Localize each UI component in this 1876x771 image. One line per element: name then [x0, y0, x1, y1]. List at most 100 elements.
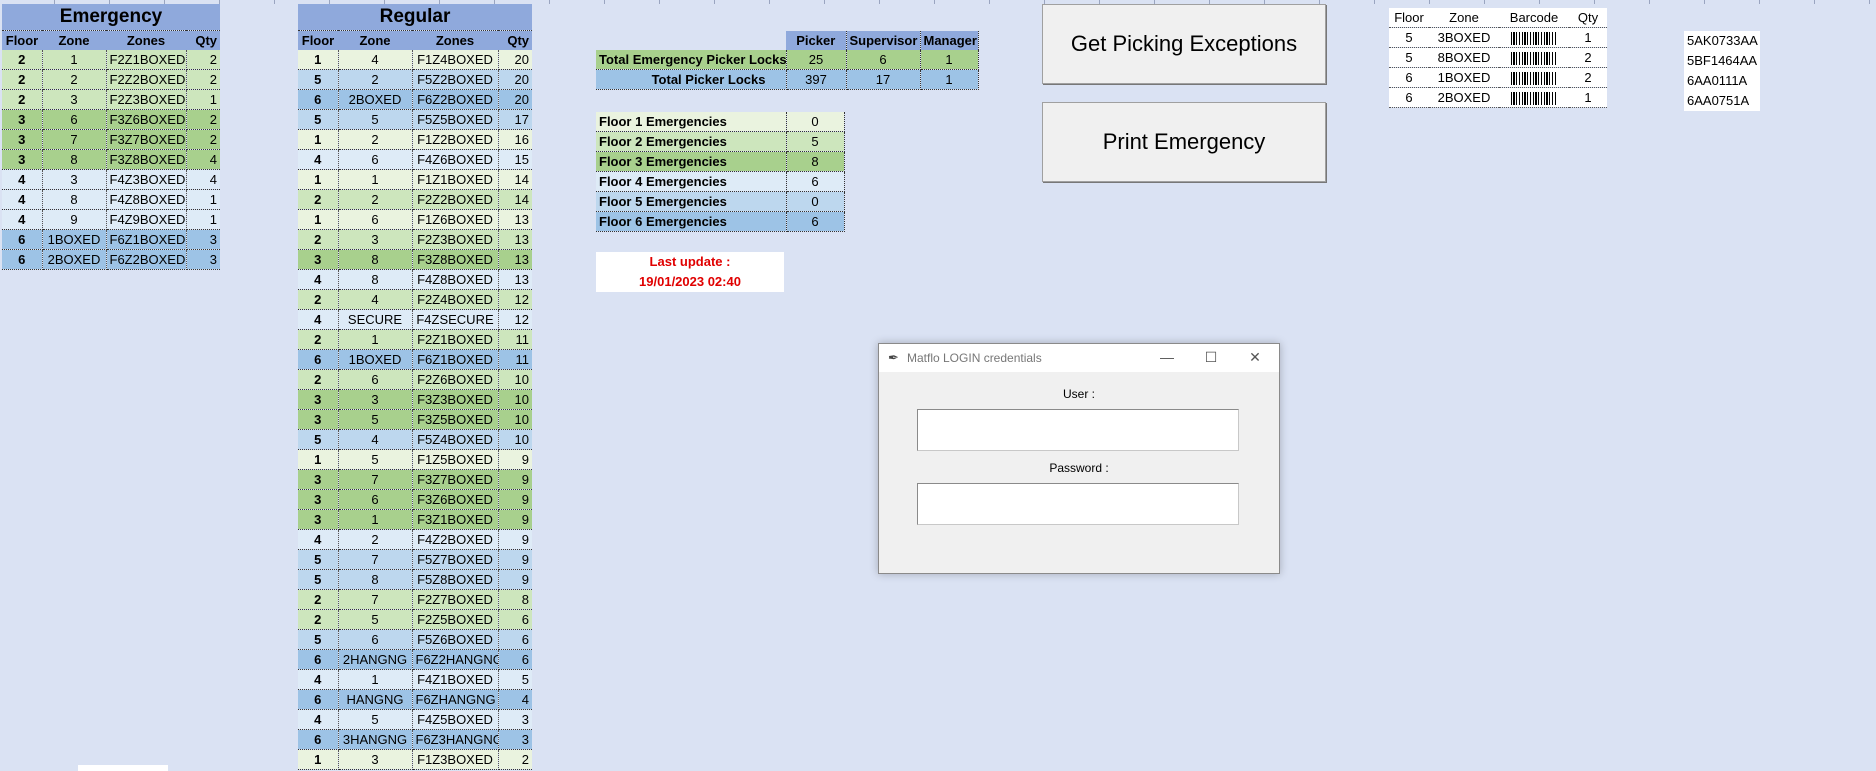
- table-row: 4 5 F4Z5BOXED 3: [298, 709, 532, 730]
- zone-cell: 4: [338, 50, 413, 70]
- qty-cell: 2: [186, 129, 221, 150]
- qty-cell: 10: [498, 409, 532, 430]
- table-row: 3 1 F3Z1BOXED 9: [298, 509, 532, 530]
- floor-emergency-label: Floor 3 Emergencies: [596, 151, 787, 172]
- floor-cell: 3: [2, 109, 43, 130]
- qty-cell: 20: [498, 89, 532, 110]
- zones-cell: F3Z5BOXED: [412, 409, 499, 430]
- zones-cell: F3Z8BOXED: [412, 249, 499, 270]
- zone-cell: 2: [338, 189, 413, 210]
- zone-cell: 5: [338, 109, 413, 130]
- floor-emergency-value: 0: [786, 191, 845, 212]
- locks-summary-table: Picker Supervisor Manager Total Emergenc…: [596, 31, 979, 90]
- qty-cell: 9: [498, 509, 532, 530]
- zone-cell: 6: [338, 629, 413, 650]
- floor-cell: 5: [1389, 27, 1429, 48]
- floor-cell: 4: [2, 169, 43, 190]
- floor-cell: 3: [298, 509, 339, 530]
- user-input[interactable]: [917, 409, 1239, 451]
- floor-cell: 3: [298, 249, 339, 270]
- qty-cell: 11: [498, 349, 532, 370]
- floor-emergency-label: Floor 5 Emergencies: [596, 191, 787, 212]
- zone-cell: 5: [338, 449, 413, 470]
- zones-cell: F6Z2BOXED: [412, 89, 499, 110]
- qty-cell: 13: [498, 249, 532, 270]
- floor-cell: 2: [2, 69, 43, 90]
- locks-corner: [596, 31, 786, 50]
- zones-cell: F1Z2BOXED: [412, 129, 499, 150]
- maximize-icon[interactable]: ☐: [1189, 344, 1233, 372]
- regular-table: Regular Floor Zone Zones Qty 1 4 F1Z4BOXED…: [298, 4, 532, 770]
- floor-cell: 5: [298, 109, 339, 130]
- sheet-tab[interactable]: [78, 765, 168, 771]
- floor-cell: 3: [298, 489, 339, 510]
- zones-cell: F5Z4BOXED: [412, 429, 499, 450]
- table-row: 2 4 F2Z4BOXED 12: [298, 289, 532, 310]
- floor-cell: 5: [298, 69, 339, 90]
- zone-cell: 8: [42, 189, 107, 210]
- barcode-icon: [1511, 32, 1557, 46]
- zone-cell: 8: [42, 149, 107, 170]
- col-zone: Zone: [42, 30, 106, 50]
- qty-cell: 12: [498, 309, 532, 330]
- zone-cell: 3BOXED: [1429, 27, 1499, 48]
- qty-cell: 3: [498, 729, 532, 750]
- zones-cell: F3Z7BOXED: [106, 129, 187, 150]
- qty-cell: 10: [498, 369, 532, 390]
- qty-cell: 9: [498, 549, 532, 570]
- floor-cell: 4: [2, 209, 43, 230]
- zones-cell: F6Z2BOXED: [106, 249, 187, 270]
- get-picking-exceptions-button[interactable]: Get Picking Exceptions: [1042, 4, 1326, 84]
- floor-cell: 1: [298, 209, 339, 230]
- table-row: 1 6 F1Z6BOXED 13: [298, 209, 532, 230]
- zones-cell: F5Z6BOXED: [412, 629, 499, 650]
- floor-cell: 1: [298, 129, 339, 150]
- barcode-cell: [1499, 27, 1569, 48]
- zone-cell: 6: [338, 489, 413, 510]
- login-dialog: ✒ Matflo LOGIN credentials — ☐ ✕ User : …: [878, 343, 1280, 574]
- zone-cell: 6: [42, 109, 107, 130]
- password-input[interactable]: [917, 483, 1239, 525]
- emergency-title: Emergency: [2, 4, 221, 31]
- zone-cell: 3: [42, 169, 107, 190]
- table-row: 1 5 F1Z5BOXED 9: [298, 449, 532, 470]
- floor-cell: 4: [2, 189, 43, 210]
- zones-cell: F5Z8BOXED: [412, 569, 499, 590]
- floor-emergency-value: 8: [786, 151, 845, 172]
- floor-cell: 2: [2, 89, 43, 110]
- zones-cell: F3Z7BOXED: [412, 469, 499, 490]
- table-row: 6 2HANGNG F6Z2HANGNG 6: [298, 649, 532, 670]
- zones-cell: F6Z3HANGNG: [412, 729, 499, 750]
- floor-cell: 6: [298, 689, 339, 710]
- table-row: 5 3BOXED 1: [1389, 27, 1607, 48]
- floor-cell: 6: [298, 649, 339, 670]
- floor-cell: 5: [298, 629, 339, 650]
- floor-cell: 2: [298, 609, 339, 630]
- table-row: 5 5 F5Z5BOXED 17: [298, 109, 532, 130]
- qty-cell: 13: [498, 229, 532, 250]
- table-row: 5 6 F5Z6BOXED 6: [298, 629, 532, 650]
- floor-emergency-label: Floor 1 Emergencies: [596, 112, 787, 132]
- floor-cell: 4: [298, 149, 339, 170]
- zone-cell: 8BOXED: [1429, 47, 1499, 68]
- zones-cell: F4Z8BOXED: [412, 269, 499, 290]
- close-icon[interactable]: ✕: [1233, 344, 1277, 372]
- qty-cell: 11: [498, 329, 532, 350]
- zones-cell: F4Z3BOXED: [106, 169, 187, 190]
- zones-cell: F2Z5BOXED: [412, 609, 499, 630]
- table-row: 1 4 F1Z4BOXED 20: [298, 50, 532, 70]
- zone-cell: 4: [338, 289, 413, 310]
- table-row: 4 6 F4Z6BOXED 15: [298, 149, 532, 170]
- minimize-icon[interactable]: —: [1145, 344, 1189, 372]
- floor-cell: 2: [298, 289, 339, 310]
- floor-emergency-value: 6: [786, 171, 845, 192]
- floor-emergency-row: Floor 3 Emergencies 8: [596, 151, 845, 172]
- table-row: 3 3 F3Z3BOXED 10: [298, 389, 532, 410]
- zone-cell: 1: [338, 669, 413, 690]
- col-barcode: Barcode: [1499, 8, 1569, 28]
- table-row: 4 9 F4Z9BOXED 1: [2, 209, 221, 230]
- floor-cell: 3: [298, 409, 339, 430]
- dialog-titlebar[interactable]: ✒ Matflo LOGIN credentials — ☐ ✕: [879, 344, 1279, 372]
- barcode-icon: [1511, 92, 1557, 106]
- print-emergency-button[interactable]: Print Emergency: [1042, 102, 1326, 182]
